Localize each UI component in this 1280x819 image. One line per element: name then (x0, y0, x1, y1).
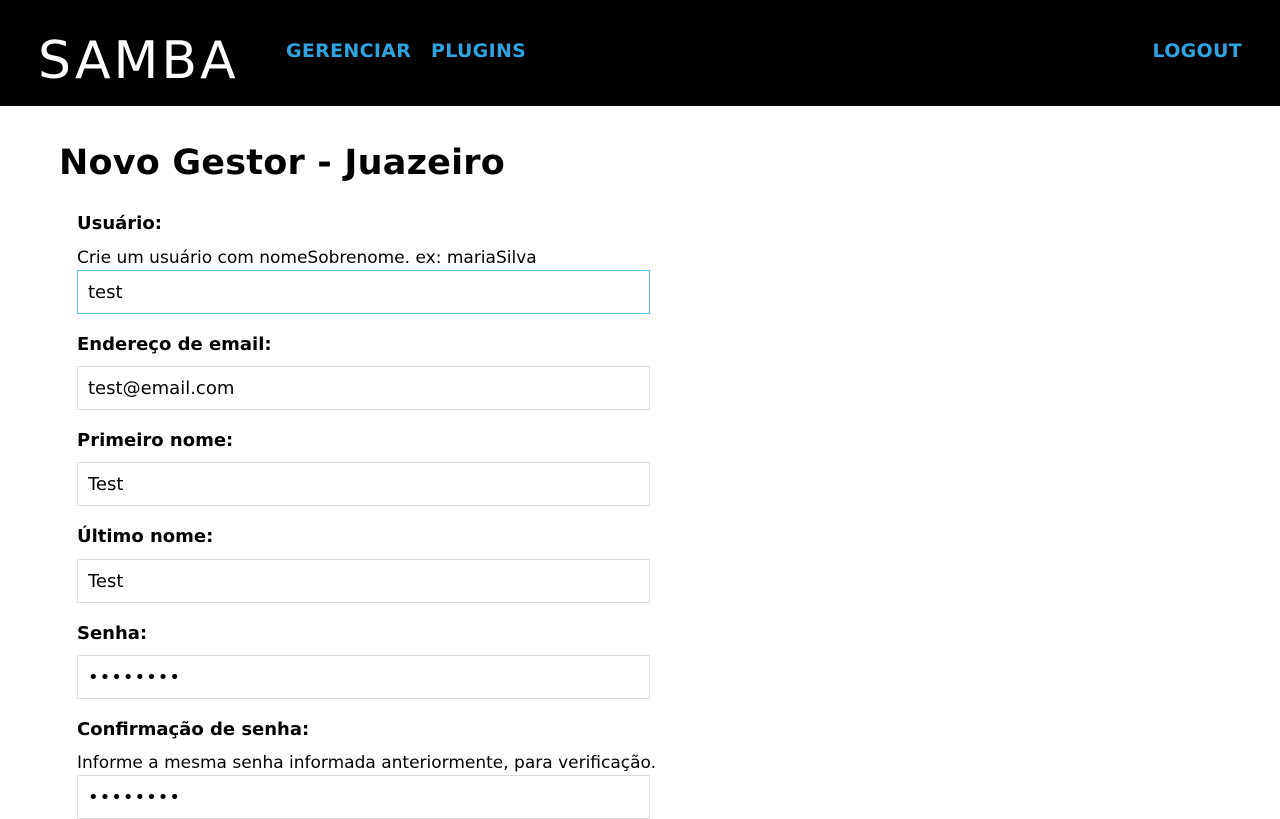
password-input[interactable] (77, 655, 650, 699)
page-title: Novo Gestor - Juazeiro (59, 143, 505, 183)
last-name-label: Último nome: (77, 526, 214, 547)
nav-plugins-link[interactable]: PLUGINS (431, 40, 526, 62)
password-confirm-help-text: Informe a mesma senha informada anterior… (77, 753, 657, 773)
logout-link[interactable]: LOGOUT (1152, 40, 1242, 62)
password-label: Senha: (77, 623, 148, 644)
email-label: Endereço de email: (77, 334, 272, 355)
username-input[interactable] (77, 270, 650, 314)
email-input[interactable] (77, 366, 650, 410)
last-name-input[interactable] (77, 559, 650, 603)
password-confirm-input[interactable] (77, 775, 650, 819)
password-confirm-label: Confirmação de senha: (77, 719, 310, 740)
username-label: Usuário: (77, 213, 162, 234)
nav-gerenciar-link[interactable]: GERENCIAR (286, 40, 411, 62)
first-name-label: Primeiro nome: (77, 430, 234, 451)
first-name-input[interactable] (77, 462, 650, 506)
top-navigation-bar: SAMBA GERENCIAR PLUGINS LOGOUT (0, 0, 1280, 106)
username-help-text: Crie um usuário com nomeSobrenome. ex: m… (77, 248, 537, 268)
samba-logo[interactable]: SAMBA (38, 35, 239, 87)
